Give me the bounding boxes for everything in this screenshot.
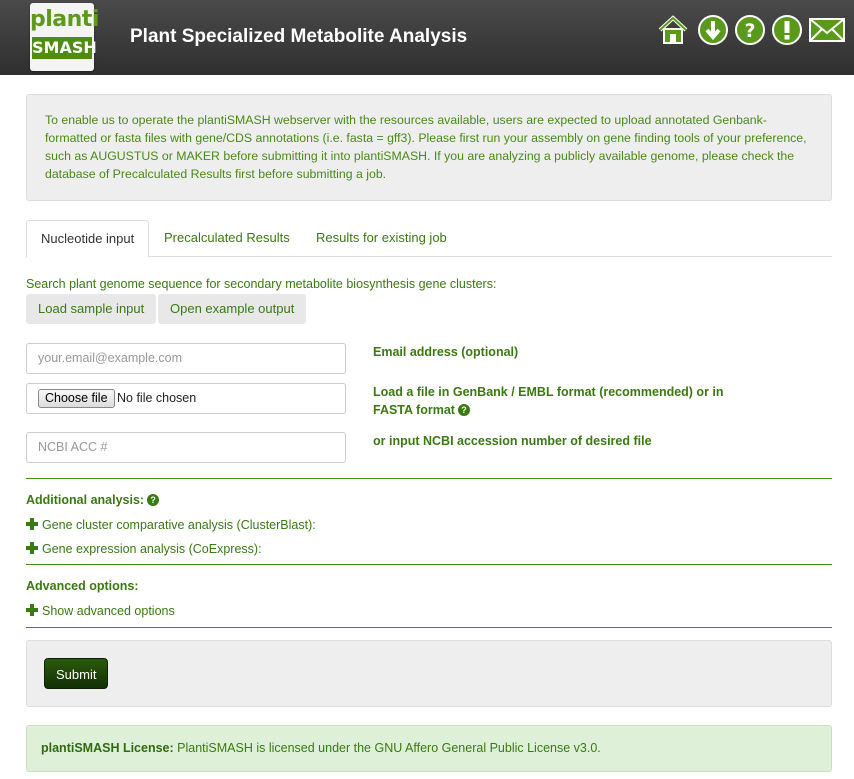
app-header: planti SMASH Plant Specialized Metabolit… [0, 0, 854, 75]
plus-icon [26, 518, 38, 530]
email-label: Email address (optional) [373, 345, 519, 359]
additional-help-icon[interactable]: ? [147, 494, 160, 506]
alert-icon[interactable] [771, 14, 803, 46]
ncbi-label: or input NCBI accession number of desire… [373, 434, 652, 448]
svg-text:?: ? [744, 20, 755, 42]
additional-analysis-label: Additional analysis: [26, 493, 145, 507]
file-label: Load a file in GenBank / EMBL format (re… [373, 383, 724, 419]
file-label-line2: FASTA format [373, 403, 455, 417]
download-icon[interactable] [697, 14, 729, 46]
submit-well: Submit [26, 640, 832, 707]
file-label-line1: Load a file in GenBank / EMBL format (re… [373, 385, 724, 399]
advanced-options-toggle[interactable]: Show advanced options [26, 603, 175, 618]
license-text: PlantiSMASH is licensed under the GNU Af… [177, 741, 601, 755]
license-notice: plantiSMASH License: PlantiSMASH is lice… [26, 725, 832, 772]
clusterblast-toggle[interactable]: Gene cluster comparative analysis (Clust… [26, 517, 316, 532]
email-input[interactable]: your.email@example.com [26, 343, 346, 374]
choose-file-button[interactable]: Choose file [38, 389, 115, 408]
additional-analysis-title: Additional analysis:? [26, 493, 160, 507]
input-tabs: Nucleotide input Precalculated Results R… [26, 220, 832, 258]
open-example-button[interactable]: Open example output [158, 294, 307, 324]
info-notice: To enable us to operate the plantiSMASH … [26, 94, 832, 201]
help-icon[interactable]: ? [734, 14, 766, 46]
coexpress-label: Gene expression analysis (CoExpress): [42, 542, 262, 556]
advanced-options-label: Show advanced options [42, 604, 175, 618]
file-status: No file chosen [117, 391, 197, 405]
clusterblast-label: Gene cluster comparative analysis (Clust… [42, 518, 316, 532]
file-input[interactable]: Choose file No file chosen [26, 383, 346, 414]
mail-icon[interactable] [808, 14, 846, 46]
plantismash-logo[interactable]: planti SMASH [30, 3, 99, 71]
license-label: plantiSMASH License: [41, 741, 174, 755]
plus-icon [26, 604, 38, 616]
logo-text-bottom: SMASH [32, 37, 97, 59]
plus-icon [26, 542, 38, 554]
advanced-options-title: Advanced options: [26, 579, 139, 593]
search-description: Search plant genome sequence for seconda… [26, 277, 497, 291]
home-icon[interactable] [657, 14, 689, 46]
logo-text-top: planti [30, 7, 99, 32]
submit-button[interactable]: Submit [44, 658, 109, 689]
ncbi-accession-input[interactable]: NCBI ACC # [26, 432, 346, 463]
coexpress-toggle[interactable]: Gene expression analysis (CoExpress): [26, 541, 262, 556]
tab-existing-job[interactable]: Results for existing job [302, 220, 461, 257]
file-help-icon[interactable]: ? [457, 404, 470, 416]
tab-nucleotide-input[interactable]: Nucleotide input [26, 220, 150, 258]
page-title: Plant Specialized Metabolite Analysis [130, 26, 468, 47]
tab-precalculated-results[interactable]: Precalculated Results [150, 220, 304, 257]
divider [26, 627, 832, 628]
divider [26, 564, 832, 565]
divider [26, 478, 832, 479]
load-sample-button[interactable]: Load sample input [26, 294, 157, 324]
